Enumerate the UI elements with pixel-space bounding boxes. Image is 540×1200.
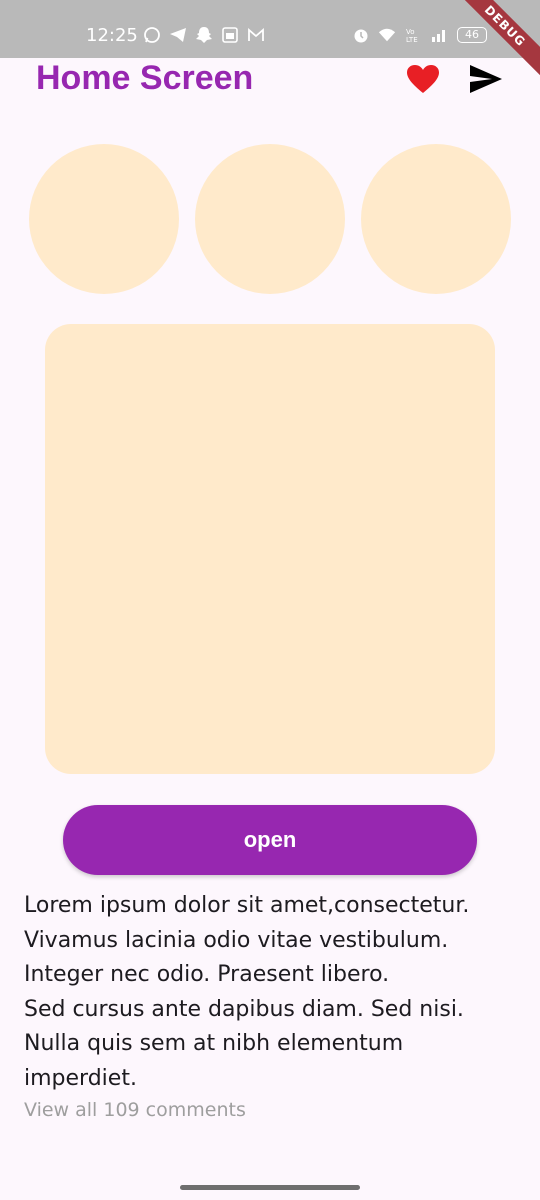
system-icons: Vo LTE [352,26,448,44]
description-line: Integer nec odio. Praesent libero. [24,962,390,987]
post-description: Lorem ipsum dolor sit amet,consectetur. … [24,889,514,1096]
circle-1 [29,144,179,294]
whatsapp-icon [144,27,160,43]
telegram-icon [170,28,186,42]
snapchat-icon [196,27,212,43]
description-line: imperdiet. [24,1065,137,1091]
open-button[interactable]: open [63,805,477,875]
description-line: Lorem ipsum dolor sit amet,consectetur. [24,893,470,918]
description-line: Nulla quis sem at nibh elementum [24,1031,404,1056]
notification-icons [143,26,265,44]
view-comments-link[interactable]: View all 109 comments [24,1097,246,1123]
battery-indicator: 46 [457,27,487,43]
calendar-app-icon [222,27,238,43]
circle-3 [361,144,511,294]
circle-2 [195,144,345,294]
svg-text:Vo: Vo [406,28,415,36]
description-line: Sed cursus ante dapibus diam. Sed nisi. [24,996,464,1022]
status-bar: 12:25 Vo LTE 46 DEBUG [0,0,540,87]
heart-icon[interactable] [406,64,440,94]
description-line: Vivamus lacinia odio vitae vestibulum. [24,927,449,953]
gmail-icon [248,28,264,41]
svg-text:LTE: LTE [406,36,418,44]
volte-icon: Vo LTE [406,28,418,44]
home-indicator[interactable] [180,1185,360,1190]
page-title: Home Screen [36,59,254,97]
alarm-icon [354,29,368,43]
send-icon[interactable] [468,63,504,95]
signal-icon [432,30,445,42]
image-card [45,324,495,774]
status-time: 12:25 [86,25,138,46]
wifi-icon [378,28,396,42]
